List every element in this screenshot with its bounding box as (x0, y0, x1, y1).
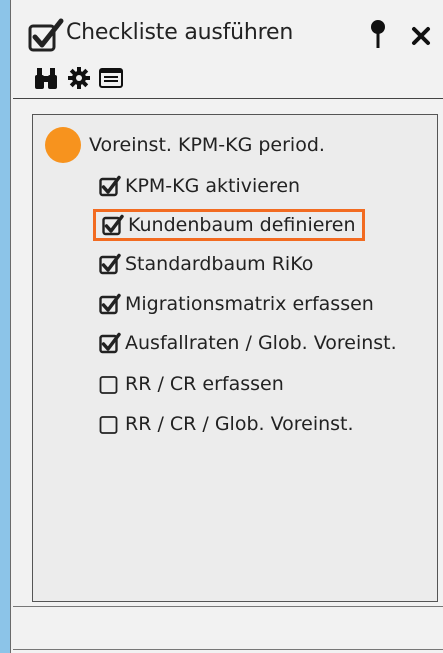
checklist-item[interactable]: Standardbaum RiKo (99, 249, 313, 279)
checklist-item-label: Kundenbaum definieren (128, 214, 356, 236)
checklist-item[interactable]: KPM-KG aktivieren (99, 171, 300, 201)
checklist-item-label: KPM-KG aktivieren (125, 175, 301, 197)
gear-icon[interactable] (68, 67, 90, 89)
window-accent-strip (0, 0, 10, 653)
checkbox-checked-icon[interactable] (99, 253, 121, 275)
close-icon[interactable] (411, 26, 431, 46)
toolbar (11, 62, 443, 96)
checklist-item-label: Migrationsmatrix erfassen (125, 293, 374, 315)
checkbox-unchecked-icon[interactable] (99, 373, 121, 395)
checkbox-checked-icon[interactable] (99, 293, 121, 315)
tree-root-label: Voreinst. KPM-KG period. (89, 134, 325, 156)
checklist-tree: Voreinst. KPM-KG period. KPM-KG aktivier… (32, 114, 438, 602)
checkbox-checked-icon[interactable] (99, 175, 121, 197)
toolbar-divider (13, 98, 443, 99)
title-bar: Checkliste ausführen (11, 14, 443, 56)
tree-root-node[interactable]: Voreinst. KPM-KG period. (45, 127, 325, 163)
checklist-item[interactable]: Ausfallraten / Glob. Voreinst. (99, 328, 397, 358)
checklist-item[interactable]: RR / CR erfassen (99, 369, 284, 399)
pin-icon[interactable] (369, 19, 387, 49)
checklist-item[interactable]: Kundenbaum definieren (93, 209, 365, 241)
status-bar (13, 606, 443, 650)
checklist-item[interactable]: Migrationsmatrix erfassen (99, 289, 374, 319)
checklist-panel: Checkliste ausführen Voreinst. KPM-KG pe… (10, 0, 443, 653)
checkbox-checked-icon[interactable] (102, 214, 124, 236)
list-icon[interactable] (99, 68, 123, 88)
checklist-item-label: Ausfallraten / Glob. Voreinst. (125, 332, 397, 354)
checklist-item-label: Standardbaum RiKo (125, 253, 314, 275)
checkbox-checked-icon (28, 18, 64, 52)
checkbox-checked-icon[interactable] (99, 332, 121, 354)
checklist-item-label: RR / CR / Glob. Voreinst. (125, 413, 354, 435)
status-dot-icon (45, 127, 81, 163)
binoculars-icon[interactable] (33, 66, 59, 90)
checklist-item[interactable]: RR / CR / Glob. Voreinst. (99, 409, 354, 439)
checklist-item-label: RR / CR erfassen (125, 373, 284, 395)
checkbox-unchecked-icon[interactable] (99, 413, 121, 435)
window-title: Checkliste ausführen (66, 20, 294, 45)
